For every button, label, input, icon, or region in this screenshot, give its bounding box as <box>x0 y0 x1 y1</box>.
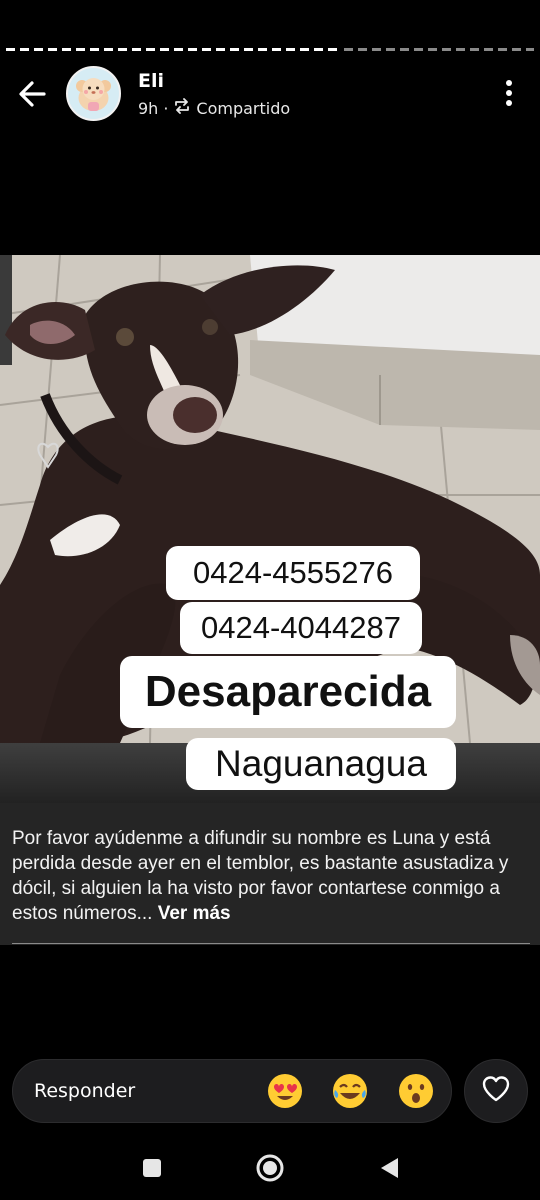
tears-of-joy-emoji-icon[interactable] <box>331 1072 369 1110</box>
home-circle-icon[interactable] <box>253 1152 287 1184</box>
caption-text: Por favor ayúdenme a difundir su nombre … <box>12 828 509 924</box>
story-progress <box>6 48 534 52</box>
repost-icon <box>173 98 191 118</box>
surprised-emoji-icon[interactable] <box>397 1072 435 1110</box>
recents-square-icon[interactable] <box>135 1152 169 1184</box>
reply-input[interactable]: Responder <box>34 1080 135 1102</box>
phone-number-1: 0424-4555276 <box>166 546 420 600</box>
like-button[interactable] <box>464 1059 528 1123</box>
status-label: Desaparecida <box>120 656 456 728</box>
reply-bar[interactable]: Responder <box>12 1059 452 1123</box>
caption-divider <box>12 943 530 944</box>
shared-label: Compartido <box>196 98 291 118</box>
meta-separator: · <box>163 98 169 118</box>
phone-number-2: 0424-4044287 <box>180 602 422 654</box>
see-more-link[interactable]: Ver más <box>158 903 231 924</box>
story-user-name[interactable]: Eli <box>138 70 164 92</box>
heart-icon <box>481 1075 511 1107</box>
progress-segment-remaining <box>344 48 534 51</box>
avatar[interactable] <box>66 66 121 121</box>
story-meta: 9h · Compartido <box>138 98 290 118</box>
back-triangle-icon[interactable] <box>372 1152 406 1184</box>
progress-segment-viewed <box>6 48 340 51</box>
more-vertical-icon[interactable] <box>494 78 524 108</box>
back-arrow-icon[interactable] <box>14 76 54 112</box>
heart-eyes-emoji-icon[interactable] <box>266 1072 304 1110</box>
location-label: Naguanagua <box>186 738 456 790</box>
story-caption: Por favor ayúdenme a difundir su nombre … <box>12 826 528 926</box>
story-time: 9h <box>138 98 159 118</box>
